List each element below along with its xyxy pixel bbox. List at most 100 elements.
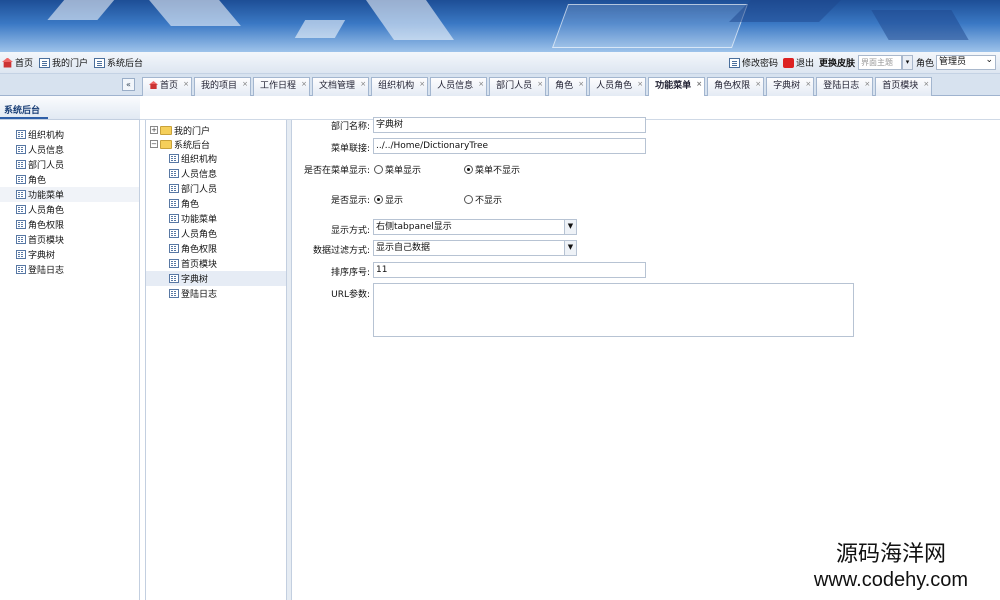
sidebar-item-personnel[interactable]: 人员信息: [0, 142, 139, 157]
menu-item-icon: [16, 145, 26, 154]
close-icon[interactable]: ×: [755, 76, 761, 93]
tab-login-log[interactable]: 登陆日志 ×: [816, 76, 874, 96]
tab-home[interactable]: 首页 ×: [142, 76, 193, 96]
role-select[interactable]: 管理员: [936, 54, 996, 70]
show-in-menu-radio[interactable]: 菜单显示: [374, 163, 421, 176]
close-icon[interactable]: ×: [864, 76, 870, 93]
url-param-label: URL参数:: [331, 290, 370, 300]
banner-decoration: [871, 10, 969, 40]
tree-node-dictionary-tree[interactable]: 字典树: [146, 271, 286, 286]
sidebar-item-label: 首页模块: [28, 236, 65, 246]
skin-dropdown-button[interactable]: ▾: [901, 55, 913, 70]
tab-organization[interactable]: 组织机构 ×: [371, 76, 429, 96]
tab-dictionary-tree[interactable]: 字典树 ×: [766, 76, 815, 96]
sidebar-item-role-permissions[interactable]: 角色权限: [0, 217, 139, 232]
tree-node-my-portal[interactable]: + 我的门户: [146, 123, 286, 137]
tab-function-menu[interactable]: 功能菜单 ×: [648, 76, 706, 97]
tab-label: 字典树: [773, 81, 801, 91]
close-icon[interactable]: ×: [242, 76, 248, 93]
logout-button[interactable]: 退出: [782, 56, 814, 69]
tab-user-roles[interactable]: 人员角色 ×: [589, 76, 647, 96]
close-icon[interactable]: ×: [637, 76, 643, 93]
change-password-button[interactable]: 修改密码: [728, 56, 778, 69]
sidebar-item-user-roles[interactable]: 人员角色: [0, 202, 139, 217]
sidebar-item-home-modules[interactable]: 首页模块: [0, 232, 139, 247]
close-icon[interactable]: ×: [478, 76, 484, 93]
my-portal-link[interactable]: 我的门户: [39, 56, 88, 69]
banner-decoration: [294, 20, 346, 38]
menu-edit-form: 部门名称: 字典树 菜单联接: ../../Home/DictionaryTre…: [291, 117, 1000, 600]
sidebar-item-roles[interactable]: 角色: [0, 172, 139, 187]
display-mode-select[interactable]: 右侧tabpanel显示 ▼: [373, 219, 577, 235]
tab-role-permissions[interactable]: 角色权限 ×: [707, 76, 765, 96]
sidebar-item-dictionary-tree[interactable]: 字典树: [0, 247, 139, 262]
tree-node-roles[interactable]: 角色: [146, 196, 286, 211]
visible-yes-radio[interactable]: 显示: [374, 193, 403, 206]
tree-node-user-roles[interactable]: 人员角色: [146, 226, 286, 241]
link-input[interactable]: ../../Home/DictionaryTree: [373, 138, 646, 154]
tree-node-admin[interactable]: − 系统后台: [146, 137, 286, 151]
collapse-icon[interactable]: −: [150, 140, 158, 148]
tree-node-label: 角色权限: [181, 245, 218, 255]
menu-item-icon: [169, 199, 179, 208]
admin-link-label: 系统后台: [107, 59, 144, 69]
top-toolbar: 首页 我的门户 系统后台 修改密码 退出 更换皮肤 界面主题 ▾ 角色 管理员: [0, 52, 1000, 74]
close-icon[interactable]: ×: [537, 76, 543, 93]
tree-node-function-menu[interactable]: 功能菜单: [146, 211, 286, 226]
change-skin-label: 更换皮肤: [818, 59, 855, 69]
close-icon[interactable]: ×: [805, 76, 811, 93]
my-portal-label: 我的门户: [52, 59, 89, 69]
visible-no-radio[interactable]: 不显示: [464, 193, 502, 206]
close-icon[interactable]: ×: [696, 76, 702, 93]
tree-node-login-log[interactable]: 登陆日志: [146, 286, 286, 301]
url-param-textarea[interactable]: [373, 283, 854, 337]
tab-schedule[interactable]: 工作日程 ×: [253, 76, 311, 96]
tab-department-staff[interactable]: 部门人员 ×: [489, 76, 547, 96]
sidebar-item-login-log[interactable]: 登陆日志: [0, 262, 139, 277]
expand-icon[interactable]: +: [150, 126, 158, 134]
sidebar-item-department-staff[interactable]: 部门人员: [0, 157, 139, 172]
sidebar-item-label: 角色: [28, 176, 47, 186]
tab-documents[interactable]: 文档管理 ×: [312, 76, 370, 96]
menu-item-icon: [169, 244, 179, 253]
sidebar-item-organization[interactable]: 组织机构: [0, 127, 139, 142]
chevron-down-icon[interactable]: ▼: [564, 220, 576, 234]
filter-select[interactable]: 显示自己数据 ▼: [373, 240, 577, 256]
close-icon[interactable]: ×: [360, 76, 366, 93]
sidebar-header[interactable]: 系统后台: [0, 96, 140, 120]
tree-node-role-permissions[interactable]: 角色权限: [146, 241, 286, 256]
tree-node-home-modules[interactable]: 首页模块: [146, 256, 286, 271]
tab-roles[interactable]: 角色 ×: [548, 76, 588, 96]
name-input[interactable]: 字典树: [373, 117, 646, 133]
skin-select[interactable]: 界面主题: [857, 55, 902, 70]
close-icon[interactable]: ×: [301, 76, 307, 93]
close-icon[interactable]: ×: [183, 76, 189, 93]
menu-item-icon: [16, 190, 26, 199]
tree-node-label: 字典树: [181, 275, 209, 285]
tab-home-modules[interactable]: 首页模块 ×: [875, 76, 933, 96]
display-mode-label: 显示方式:: [330, 226, 370, 236]
tab-my-projects[interactable]: 我的项目 ×: [194, 76, 252, 96]
tree-node-personnel[interactable]: 人员信息: [146, 166, 286, 181]
tree-node-label: 登陆日志: [181, 290, 218, 300]
hide-in-menu-radio[interactable]: 菜单不显示: [464, 163, 520, 176]
admin-link[interactable]: 系统后台: [94, 56, 143, 69]
home-link[interactable]: 首页: [2, 56, 33, 69]
order-input[interactable]: 11: [373, 262, 646, 278]
close-icon[interactable]: ×: [578, 76, 584, 93]
radio-label: 菜单显示: [385, 166, 422, 176]
change-password-label: 修改密码: [741, 59, 778, 69]
radio-selected-icon: [464, 165, 473, 174]
tree-node-department-staff[interactable]: 部门人员: [146, 181, 286, 196]
tree-node-label: 系统后台: [174, 140, 211, 151]
tree-node-organization[interactable]: 组织机构: [146, 151, 286, 166]
sidebar-item-function-menu[interactable]: 功能菜单: [0, 187, 139, 202]
chevron-down-icon[interactable]: ▼: [564, 241, 576, 255]
collapse-sidebar-button[interactable]: «: [122, 78, 135, 91]
close-icon[interactable]: ×: [923, 76, 929, 93]
close-icon[interactable]: ×: [419, 76, 425, 93]
tree-node-label: 人员角色: [181, 230, 218, 240]
tab-label: 首页: [160, 81, 179, 91]
menu-item-icon: [169, 184, 179, 193]
tab-personnel[interactable]: 人员信息 ×: [430, 76, 488, 96]
